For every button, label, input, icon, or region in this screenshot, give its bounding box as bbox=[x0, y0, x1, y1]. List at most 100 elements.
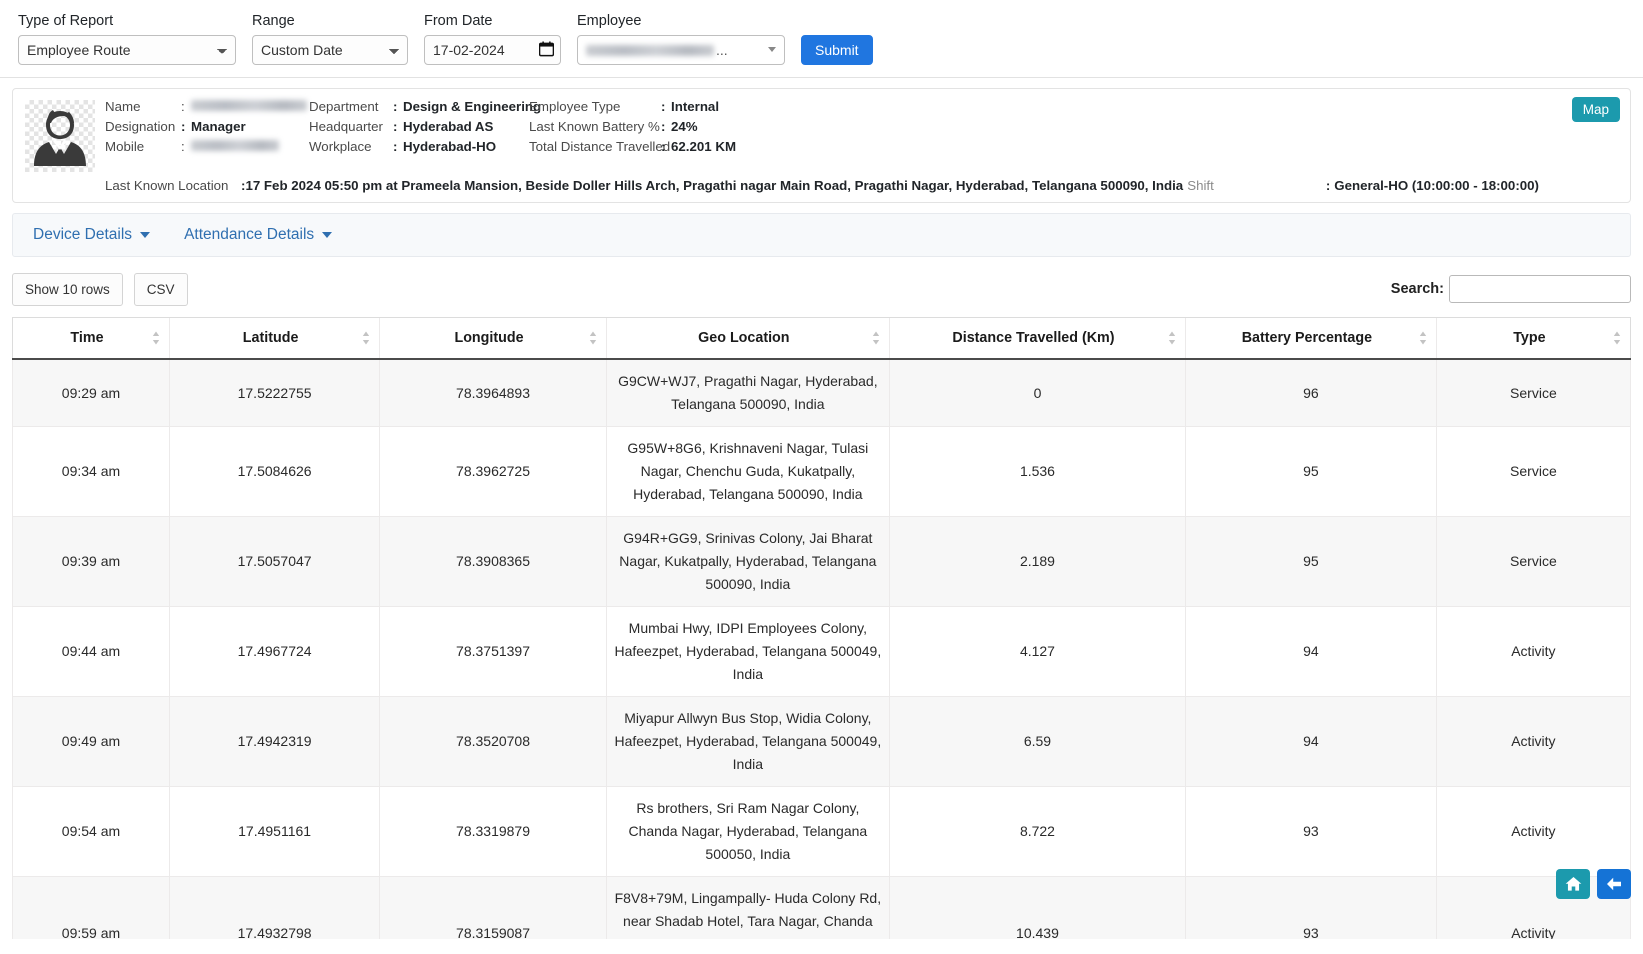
info-label-mobile: Mobile bbox=[105, 138, 181, 155]
sort-icon[interactable] bbox=[1419, 331, 1427, 345]
cell-battery-percentage: 94 bbox=[1186, 697, 1437, 787]
cell-latitude: 17.5057047 bbox=[169, 517, 379, 607]
home-button[interactable] bbox=[1556, 869, 1590, 899]
shift-value: General-HO (10:00:00 - 18:00:00) bbox=[1334, 177, 1539, 194]
employee-ellipsis: ... bbox=[716, 42, 728, 58]
employee-card-inner: Name : Department : Design & Engineering… bbox=[25, 98, 1618, 172]
chevron-down-icon[interactable] bbox=[768, 47, 776, 52]
cell-type: Activity bbox=[1436, 787, 1630, 877]
info-value-mobile bbox=[191, 138, 309, 155]
info-label-designation: Designation bbox=[105, 118, 181, 135]
table-row[interactable]: 09:59 am17.493279878.3159087F8V8+79M, Li… bbox=[13, 877, 1631, 940]
info-sep: : bbox=[181, 138, 191, 155]
search-input[interactable] bbox=[1449, 275, 1631, 303]
info-value-designation: Manager bbox=[191, 118, 309, 135]
cell-battery-percentage: 93 bbox=[1186, 877, 1437, 940]
sort-icon[interactable] bbox=[152, 331, 160, 345]
show-rows-button[interactable]: Show 10 rows bbox=[12, 273, 123, 306]
cell-battery-percentage: 94 bbox=[1186, 607, 1437, 697]
range-label: Range bbox=[252, 13, 408, 30]
route-table-container[interactable]: Time Latitude LongitudeGeo Location Distanc… bbox=[12, 317, 1631, 939]
table-row[interactable]: 09:29 am17.522275578.3964893G9CW+WJ7, Pr… bbox=[13, 359, 1631, 427]
range-select[interactable]: Custom Date bbox=[252, 35, 408, 65]
floating-action-buttons bbox=[1556, 869, 1631, 899]
column-header-latitude[interactable]: Latitude bbox=[169, 318, 379, 360]
cell-distance-travelled: 4.127 bbox=[889, 607, 1185, 697]
cell-latitude: 17.4932798 bbox=[169, 877, 379, 940]
info-sep: : bbox=[393, 138, 403, 155]
last-known-location-label: Last Known Location bbox=[105, 177, 241, 194]
table-row[interactable]: 09:39 am17.505704778.3908365G94R+GG9, Sr… bbox=[13, 517, 1631, 607]
cell-battery-percentage: 93 bbox=[1186, 787, 1437, 877]
csv-export-button[interactable]: CSV bbox=[134, 273, 188, 306]
cell-geo-location: G95W+8G6, Krishnaveni Nagar, Tulasi Naga… bbox=[606, 427, 889, 517]
cell-distance-travelled: 6.59 bbox=[889, 697, 1185, 787]
info-sep: : bbox=[393, 118, 403, 135]
accordion-label-device-details: Device Details bbox=[33, 226, 132, 244]
column-header-battery-percentage[interactable]: Battery Percentage bbox=[1186, 318, 1437, 360]
home-icon bbox=[1565, 876, 1582, 892]
column-header-label: Type bbox=[1513, 330, 1545, 346]
chevron-down-icon bbox=[140, 232, 150, 238]
map-button[interactable]: Map bbox=[1572, 97, 1620, 122]
sort-icon[interactable] bbox=[1613, 331, 1621, 345]
back-button[interactable] bbox=[1597, 869, 1631, 899]
shift-sep: : bbox=[1326, 177, 1330, 194]
cell-geo-location: G94R+GG9, Srinivas Colony, Jai Bharat Na… bbox=[606, 517, 889, 607]
column-header-geo-location[interactable]: Geo Location bbox=[606, 318, 889, 360]
table-row[interactable]: 09:44 am17.496772478.3751397Mumbai Hwy, … bbox=[13, 607, 1631, 697]
info-sep: : bbox=[661, 98, 671, 115]
cell-latitude: 17.5084626 bbox=[169, 427, 379, 517]
sort-icon[interactable] bbox=[1168, 331, 1176, 345]
info-value-employee-type: Internal bbox=[671, 98, 736, 115]
cell-distance-travelled: 1.536 bbox=[889, 427, 1185, 517]
cell-latitude: 17.4967724 bbox=[169, 607, 379, 697]
info-value-total-distance: 62.201 KM bbox=[671, 138, 736, 155]
accordion-item-device-details[interactable]: Device Details bbox=[33, 226, 150, 244]
submit-button[interactable]: Submit bbox=[801, 35, 873, 65]
employee-info-grid: Name : Department : Design & Engineering… bbox=[105, 98, 736, 155]
details-accordion-bar: Device Details Attendance Details bbox=[12, 213, 1631, 257]
info-sep: : bbox=[661, 138, 671, 155]
report-type-label: Type of Report bbox=[18, 13, 236, 30]
cell-time: 09:49 am bbox=[13, 697, 170, 787]
info-label-employee-type: Employee Type bbox=[529, 98, 661, 115]
sort-icon[interactable] bbox=[362, 331, 370, 345]
table-row[interactable]: 09:34 am17.508462678.3962725G95W+8G6, Kr… bbox=[13, 427, 1631, 517]
last-known-location-value: 17 Feb 2024 05:50 pm at Prameela Mansion… bbox=[245, 177, 1183, 194]
search-label: Search: bbox=[1391, 281, 1444, 297]
info-value-headquarter: Hyderabad AS bbox=[403, 118, 529, 135]
cell-longitude: 78.3751397 bbox=[380, 607, 607, 697]
accordion-label-attendance-details: Attendance Details bbox=[184, 226, 314, 244]
filter-bar: Type of Report Employee Route Range Cust… bbox=[0, 0, 1643, 78]
shift-label: Shift bbox=[1187, 177, 1214, 194]
info-sep: : bbox=[393, 98, 403, 115]
accordion-item-attendance-details[interactable]: Attendance Details bbox=[184, 226, 332, 244]
info-sep: : bbox=[181, 98, 191, 115]
cell-type: Service bbox=[1436, 359, 1630, 427]
report-type-select[interactable]: Employee Route bbox=[18, 35, 236, 65]
table-row[interactable]: 09:49 am17.494231978.3520708Miyapur Allw… bbox=[13, 697, 1631, 787]
employee-select[interactable]: ... bbox=[577, 35, 785, 65]
sort-icon[interactable] bbox=[589, 331, 597, 345]
cell-longitude: 78.3319879 bbox=[380, 787, 607, 877]
column-header-type[interactable]: Type bbox=[1436, 318, 1630, 360]
column-header-label: Latitude bbox=[243, 330, 299, 346]
report-type-field: Type of Report Employee Route bbox=[18, 13, 236, 65]
cell-type: Service bbox=[1436, 517, 1630, 607]
cell-geo-location: G9CW+WJ7, Pragathi Nagar, Hyderabad, Tel… bbox=[606, 359, 889, 427]
cell-latitude: 17.5222755 bbox=[169, 359, 379, 427]
avatar bbox=[25, 100, 95, 172]
employee-field: Employee ... bbox=[577, 13, 785, 65]
column-header-time[interactable]: Time bbox=[13, 318, 170, 360]
column-header-label: Distance Travelled (Km) bbox=[952, 330, 1114, 346]
table-header-row: Time Latitude LongitudeGeo Location Distanc… bbox=[13, 318, 1631, 360]
column-header-distance-travelled-km[interactable]: Distance Travelled (Km) bbox=[889, 318, 1185, 360]
table-row[interactable]: 09:54 am17.495116178.3319879Rs brothers,… bbox=[13, 787, 1631, 877]
column-header-longitude[interactable]: Longitude bbox=[380, 318, 607, 360]
sort-icon[interactable] bbox=[872, 331, 880, 345]
from-date-input[interactable] bbox=[424, 35, 561, 65]
cell-type: Activity bbox=[1436, 607, 1630, 697]
chevron-down-icon bbox=[322, 232, 332, 238]
mobile-value-redacted bbox=[191, 140, 279, 151]
